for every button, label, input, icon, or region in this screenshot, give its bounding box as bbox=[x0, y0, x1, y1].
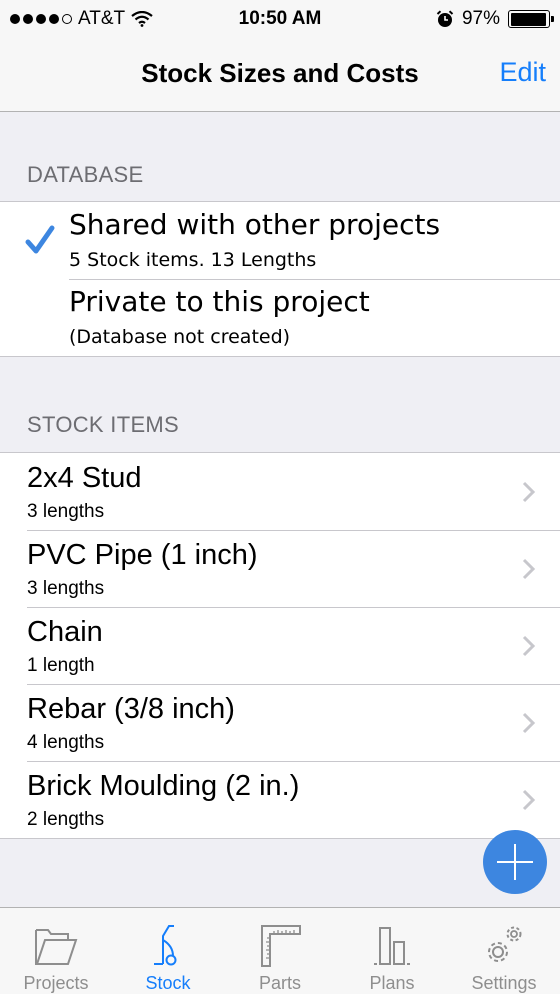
database-option-title: Shared with other projects bbox=[69, 208, 441, 241]
stock-item-row[interactable]: Brick Moulding (2 in.) 2 lengths bbox=[0, 761, 560, 838]
tab-plans[interactable]: Plans bbox=[336, 908, 448, 994]
tab-label: Plans bbox=[369, 973, 415, 993]
database-option-shared[interactable]: Shared with other projects 5 Stock items… bbox=[0, 202, 560, 279]
tab-parts[interactable]: Parts bbox=[224, 908, 336, 994]
stock-items-list: 2x4 Stud 3 lengths PVC Pipe (1 inch) 3 l… bbox=[0, 452, 560, 839]
tab-projects[interactable]: Projects bbox=[0, 908, 112, 994]
stock-item-row[interactable]: PVC Pipe (1 inch) 3 lengths bbox=[0, 530, 560, 607]
chevron-right-icon bbox=[522, 481, 536, 503]
chevron-right-icon bbox=[522, 558, 536, 580]
edit-button[interactable]: Edit bbox=[499, 57, 546, 88]
battery-percent: 97% bbox=[461, 8, 500, 29]
tab-settings[interactable]: Settings bbox=[448, 908, 560, 994]
page-title: Stock Sizes and Costs bbox=[141, 58, 419, 88]
stock-items-section-header: STOCK ITEMS bbox=[27, 412, 180, 437]
battery-icon bbox=[508, 10, 554, 28]
database-options-group: Shared with other projects 5 Stock items… bbox=[0, 201, 560, 357]
tab-label: Stock bbox=[145, 973, 191, 993]
stock-item-name: Chain bbox=[27, 616, 103, 648]
checkmark-icon bbox=[25, 225, 55, 254]
database-option-title: Private to this project bbox=[69, 285, 370, 318]
gears-icon bbox=[488, 926, 522, 962]
hand-truck-icon bbox=[154, 925, 177, 966]
tab-label: Settings bbox=[471, 973, 537, 993]
chevron-right-icon bbox=[522, 635, 536, 657]
stock-item-name: 2x4 Stud bbox=[27, 462, 142, 494]
tab-label: Parts bbox=[258, 973, 301, 993]
stock-item-name: Rebar (3/8 inch) bbox=[27, 693, 235, 725]
stock-item-name: PVC Pipe (1 inch) bbox=[27, 539, 258, 571]
navigation-bar: Stock Sizes and Costs Edit bbox=[0, 38, 560, 112]
stock-item-row[interactable]: 2x4 Stud 3 lengths bbox=[0, 453, 560, 530]
stock-item-lengths: 4 lengths bbox=[27, 732, 105, 753]
stock-item-lengths: 3 lengths bbox=[27, 578, 105, 599]
stock-item-row[interactable]: Rebar (3/8 inch) 4 lengths bbox=[0, 684, 560, 761]
chevron-right-icon bbox=[522, 712, 536, 734]
database-option-private[interactable]: Private to this project (Database not cr… bbox=[0, 279, 560, 356]
stock-item-lengths: 2 lengths bbox=[27, 809, 105, 830]
stock-item-lengths: 3 lengths bbox=[27, 501, 105, 522]
alarm-clock-icon bbox=[436, 10, 454, 27]
stock-item-name: Brick Moulding (2 in.) bbox=[27, 770, 300, 802]
tab-stock[interactable]: Stock bbox=[112, 908, 224, 994]
database-option-subtitle: 5 Stock items. 13 Lengths bbox=[69, 249, 317, 271]
stock-item-lengths: 1 length bbox=[27, 655, 95, 676]
tab-label: Projects bbox=[23, 973, 89, 993]
database-option-subtitle: (Database not created) bbox=[69, 326, 291, 348]
bar-chart-icon bbox=[374, 927, 410, 965]
stock-item-row[interactable]: Chain 1 length bbox=[0, 607, 560, 684]
carpenter-square-icon bbox=[261, 925, 301, 967]
status-right: 97% bbox=[436, 8, 554, 30]
folder-icon bbox=[35, 929, 78, 965]
status-bar: AT&T 10:50 AM 97% bbox=[0, 0, 560, 38]
add-stock-item-button[interactable] bbox=[483, 830, 547, 894]
chevron-right-icon bbox=[522, 789, 536, 811]
tab-bar: Projects Stock Parts Plans Settings bbox=[0, 907, 560, 994]
database-section-header: DATABASE bbox=[27, 162, 144, 187]
battery-fill bbox=[510, 12, 547, 26]
